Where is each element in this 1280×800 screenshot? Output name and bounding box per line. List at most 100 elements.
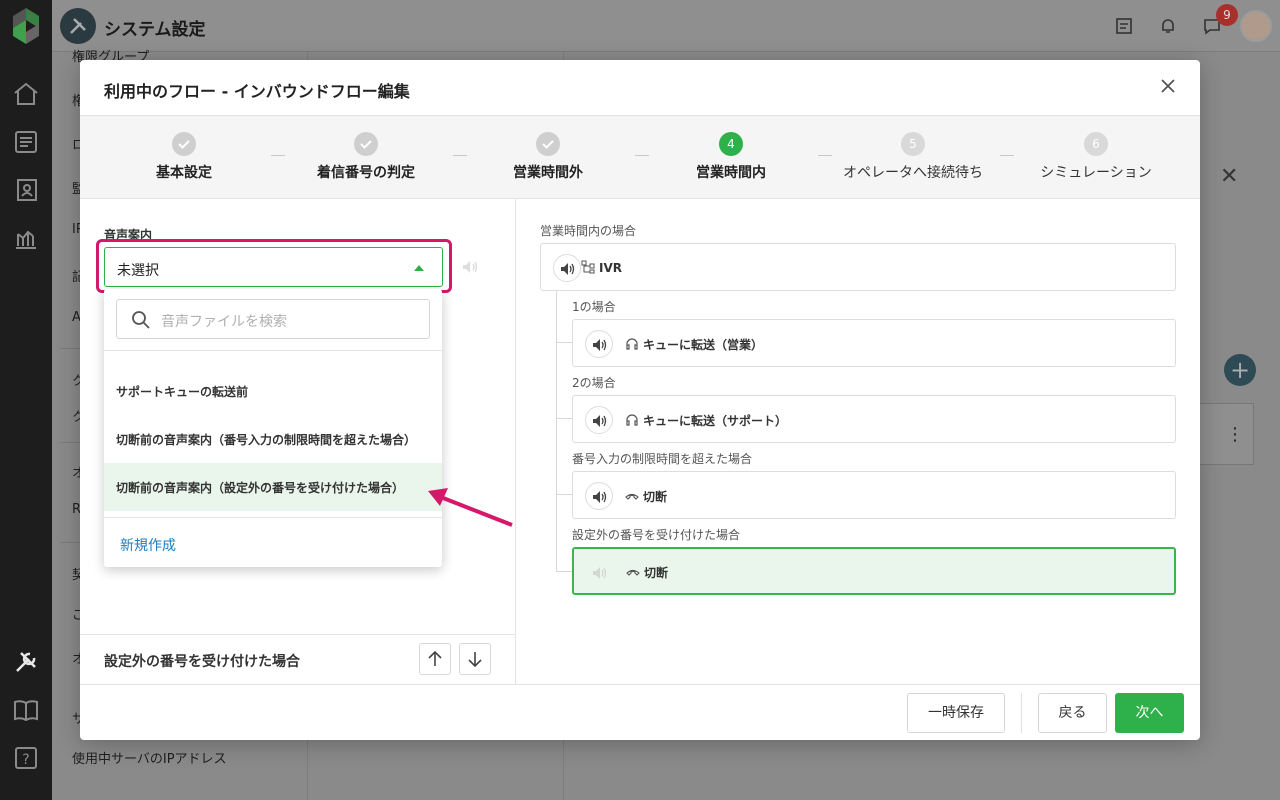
dropdown-option[interactable]: サポートキューの転送前 xyxy=(104,367,442,415)
node-label: キューに転送（サポート） xyxy=(643,414,788,428)
step-label: 基本設定 xyxy=(156,165,212,181)
tree-connector xyxy=(556,494,572,495)
check-icon xyxy=(536,132,560,156)
announcement-icon[interactable] xyxy=(1114,16,1134,36)
speaker-button[interactable] xyxy=(585,330,613,358)
headset-icon xyxy=(626,338,638,350)
current-branch-title: 設定外の番号を受け付けた場合 xyxy=(104,654,300,670)
user-avatar[interactable] xyxy=(1240,10,1272,42)
modal-footer: 一時保存 戻る 次へ xyxy=(80,684,1200,740)
speaker-icon xyxy=(593,339,607,351)
close-icon[interactable] xyxy=(1158,76,1178,96)
dropdown-option-highlighted[interactable]: 切断前の音声案内（設定外の番号を受け付けた場合） xyxy=(104,463,442,511)
manual-book-icon[interactable] xyxy=(12,696,40,724)
node-label: 切断 xyxy=(643,490,668,504)
step-number: 6 xyxy=(1084,132,1108,156)
hangup-icon xyxy=(625,493,639,500)
select-value: 未選択 xyxy=(117,263,159,279)
speaker-icon xyxy=(561,263,575,275)
next-button[interactable]: 次へ xyxy=(1115,693,1184,733)
node-text: キューに転送（サポート） xyxy=(625,412,787,429)
annotation-arrow-icon xyxy=(428,488,513,527)
headset-icon xyxy=(626,414,638,426)
search-icon xyxy=(132,311,150,329)
top-header: システム設定 9 xyxy=(52,0,1280,52)
branch-label: 1の場合 xyxy=(572,300,616,314)
caret-up-icon xyxy=(414,265,424,271)
divider xyxy=(104,350,442,351)
bg-add-icon: + xyxy=(1224,354,1256,386)
disconnect-node-selected[interactable]: 切断 xyxy=(572,547,1176,595)
system-settings-icon xyxy=(60,8,96,44)
step-label: 営業時間内 xyxy=(696,165,766,181)
speaker-icon xyxy=(463,261,478,273)
step-basic-settings[interactable]: 基本設定 xyxy=(93,116,285,182)
queue-transfer-node[interactable]: キューに転送（サポート） xyxy=(572,395,1176,443)
temp-save-button[interactable]: 一時保存 xyxy=(907,693,1005,733)
speaker-icon xyxy=(593,567,607,579)
check-icon xyxy=(172,132,196,156)
speaker-button[interactable] xyxy=(585,482,613,510)
node-text: 切断 xyxy=(626,564,668,581)
branch-label: 2の場合 xyxy=(572,376,616,390)
back-button[interactable]: 戻る xyxy=(1038,693,1107,733)
hangup-icon xyxy=(626,569,640,576)
branch-label: 設定外の番号を受け付けた場合 xyxy=(572,528,741,542)
ivr-node[interactable]: IVR xyxy=(540,243,1176,291)
help-icon[interactable]: ? xyxy=(12,744,40,772)
search-placeholder: 音声ファイルを検索 xyxy=(161,314,287,330)
analytics-icon[interactable] xyxy=(12,224,40,252)
voice-file-search[interactable]: 音声ファイルを検索 xyxy=(116,299,430,339)
svg-text:?: ? xyxy=(22,752,29,768)
modal-title: 利用中のフロー - インバウンドフロー編集 xyxy=(104,82,410,101)
page-title: システム設定 xyxy=(104,20,206,40)
move-up-button[interactable] xyxy=(419,643,451,675)
queue-transfer-node[interactable]: キューに転送（営業） xyxy=(572,319,1176,367)
node-text: キューに転送（営業） xyxy=(625,336,763,353)
step-label: シミュレーション xyxy=(1040,165,1152,181)
bg-more-icon: ⋮ xyxy=(1226,424,1244,445)
step-off-hours[interactable]: 営業時間外 xyxy=(457,116,649,182)
node-label: キューに転送（営業） xyxy=(643,338,764,352)
step-label: 営業時間外 xyxy=(513,165,583,181)
node-text: IVR xyxy=(581,260,622,275)
step-simulation[interactable]: 6 シミュレーション xyxy=(1005,116,1187,182)
contacts-icon[interactable] xyxy=(12,176,40,204)
notification-badge: 9 xyxy=(1216,4,1238,26)
left-panel-footer: 設定外の番号を受け付けた場合 xyxy=(80,634,516,684)
home-icon[interactable] xyxy=(12,80,40,108)
step-operator-wait[interactable]: 5 オペレータへ接続待ち xyxy=(822,116,1014,182)
tree-connector xyxy=(556,571,572,572)
list-icon[interactable] xyxy=(12,128,40,156)
settings-tools-icon[interactable] xyxy=(12,648,40,676)
voice-file-dropdown: 音声ファイルを検索 サポートキューの転送前 切断前の音声案内（番号入力の制限時間… xyxy=(104,289,442,567)
step-number: 5 xyxy=(901,132,925,156)
speaker-icon xyxy=(593,415,607,427)
disconnect-node[interactable]: 切断 xyxy=(572,471,1176,519)
stepper: 基本設定 着信番号の判定 営業時間外 4 営業時間内 5 オペレータへ接続待ち xyxy=(80,116,1200,199)
divider xyxy=(104,517,442,518)
branch-label: 番号入力の制限時間を超えた場合 xyxy=(572,452,753,466)
speaker-button[interactable] xyxy=(586,559,614,587)
speaker-button[interactable] xyxy=(553,254,581,282)
dropdown-option[interactable]: 切断前の音声案内（番号入力の制限時間を超えた場合） xyxy=(104,415,442,463)
speaker-button[interactable] xyxy=(585,406,613,434)
step-number: 4 xyxy=(719,132,743,156)
move-down-button[interactable] xyxy=(459,643,491,675)
step-label: 着信番号の判定 xyxy=(317,165,415,181)
flow-tree-panel: 営業時間内の場合 IVR 1の場合 キューに転送（営業） 2の場合 キューに転送… xyxy=(516,199,1200,684)
arrow-up-icon xyxy=(428,650,442,666)
divider xyxy=(1021,693,1022,733)
step-number-judgement[interactable]: 着信番号の判定 xyxy=(275,116,467,182)
create-new-link[interactable]: 新規作成 xyxy=(120,535,176,555)
bg-close-icon: ✕ xyxy=(1220,164,1239,189)
voice-guide-select[interactable]: 未選択 xyxy=(104,247,443,287)
check-icon xyxy=(354,132,378,156)
speaker-icon xyxy=(593,491,607,503)
bell-icon[interactable] xyxy=(1158,16,1178,36)
node-text: 切断 xyxy=(625,488,667,505)
tree-connector xyxy=(556,418,572,419)
root-label: 営業時間内の場合 xyxy=(540,224,637,238)
node-label: 切断 xyxy=(644,566,669,580)
step-business-hours[interactable]: 4 営業時間内 xyxy=(640,116,832,182)
